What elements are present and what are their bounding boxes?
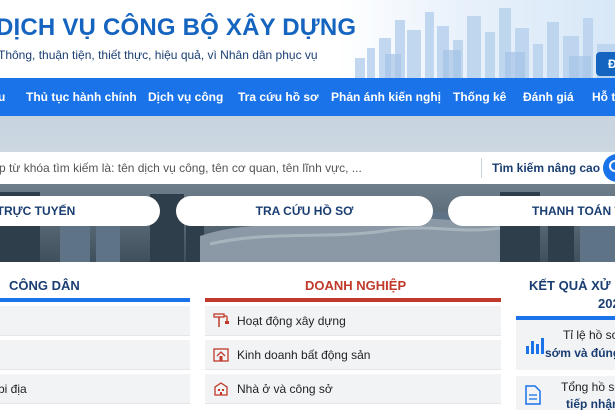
stat-label: Tổng hồ sơ <box>561 380 615 394</box>
nav-item-home[interactable]: u <box>0 78 5 116</box>
citizen-list-item[interactable]: bi địa <box>0 374 190 404</box>
city-aerial-photo <box>0 116 615 262</box>
stat-value: tiếp nhận <box>566 397 615 410</box>
search-bar: Tìm kiếm nâng cao <box>0 152 615 184</box>
site-title: DỊCH VỤ CÔNG BỘ XÂY DỰNG <box>0 14 357 41</box>
stat-label: Tỉ lệ hồ sơ <box>563 328 615 342</box>
construction-icon <box>213 313 229 327</box>
business-column-title: DOANH NGHIỆP <box>305 278 407 293</box>
login-button[interactable]: Đ <box>596 52 615 76</box>
office-icon <box>214 382 228 396</box>
stat-value: sớm và đúng <box>545 346 615 360</box>
online-service-link[interactable]: G TRỰC TUYẾN <box>0 196 160 226</box>
online-payment-link[interactable]: THANH TOÁN T <box>448 196 615 226</box>
search-button[interactable] <box>603 154 615 182</box>
hero-banner <box>0 116 615 262</box>
document-icon <box>525 385 541 405</box>
lookup-record-link[interactable]: TRA CỨU HỒ SƠ <box>176 196 433 226</box>
business-item-label: Nhà ở và công sở <box>237 382 333 396</box>
search-input[interactable] <box>0 152 474 184</box>
nav-item-evaluation[interactable]: Đánh giá <box>523 78 574 116</box>
nav-item-statistics[interactable]: Thống kê <box>453 78 506 116</box>
city-skyline-banner <box>355 8 615 78</box>
main-navigation: u Thủ tục hành chính Dịch vụ công Tra cứ… <box>0 78 615 116</box>
online-service-label: G TRỰC TUYẾN <box>0 204 76 218</box>
citizen-item-label: bi địa <box>0 382 27 396</box>
lookup-record-label: TRA CỨU HỒ SƠ <box>255 204 354 218</box>
business-item-real-estate[interactable]: Kinh doanh bất động sản <box>205 340 501 370</box>
nav-item-support[interactable]: Hỗ tr <box>592 78 615 116</box>
house-icon <box>213 348 229 362</box>
business-item-construction[interactable]: Hoạt động xây dựng <box>205 306 501 336</box>
nav-item-feedback[interactable]: Phản ánh kiến nghị <box>331 78 441 116</box>
stat-ontime-rate[interactable]: Tỉ lệ hồ sơ sớm và đúng <box>516 320 615 370</box>
search-divider <box>481 158 482 178</box>
stat-total-received[interactable]: Tổng hồ sơ tiếp nhận <box>516 376 615 410</box>
citizen-column-title: CÔNG DÂN <box>9 278 80 293</box>
nav-item-public-services[interactable]: Dịch vụ công <box>148 78 223 116</box>
nav-item-administrative-procedures[interactable]: Thủ tục hành chính <box>26 78 137 116</box>
site-slogan: Thông, thuận tiện, thiết thực, hiệu quả,… <box>0 48 318 62</box>
results-column-title: KẾT QUẢ XỬ LÝ <box>529 278 615 293</box>
citizen-list-item[interactable] <box>0 306 190 336</box>
business-item-label: Kinh doanh bất động sản <box>237 348 371 362</box>
search-icon <box>609 160 615 172</box>
nav-item-lookup-records[interactable]: Tra cứu hồ sơ <box>238 78 319 116</box>
bar-chart-icon <box>526 338 544 354</box>
site-header: DỊCH VỤ CÔNG BỘ XÂY DỰNG Thông, thuận ti… <box>0 0 615 78</box>
business-column-underline <box>205 298 501 302</box>
business-item-label: Hoạt động xây dựng <box>237 314 346 328</box>
results-column-year: 202 <box>598 296 615 311</box>
advanced-search-link[interactable]: Tìm kiếm nâng cao <box>492 152 600 184</box>
online-payment-label: THANH TOÁN T <box>532 204 615 218</box>
citizen-list-item[interactable] <box>0 340 190 370</box>
citizen-column-underline <box>0 298 190 302</box>
business-item-housing-office[interactable]: Nhà ở và công sở <box>205 374 501 404</box>
